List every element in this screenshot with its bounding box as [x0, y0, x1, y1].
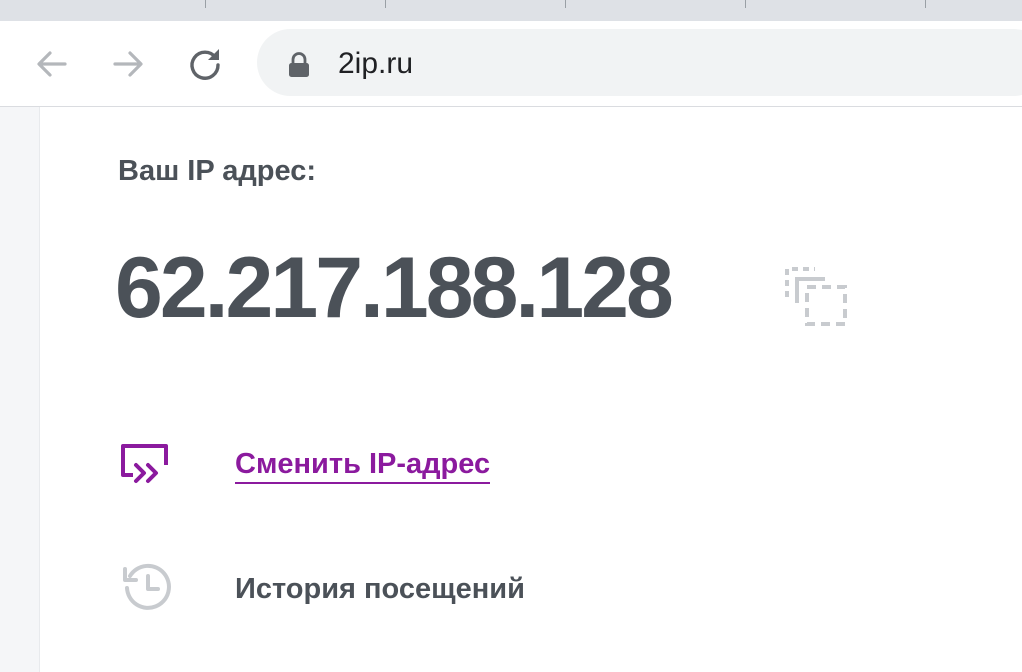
change-ip-icon [119, 443, 171, 492]
ip-label: Ваш IP адрес: [118, 155, 317, 187]
change-ip-link[interactable]: Сменить IP-адрес [235, 446, 491, 484]
copy-icon[interactable] [783, 263, 849, 332]
tab-separator [205, 0, 206, 8]
url-text[interactable]: 2ip.ru [338, 45, 413, 83]
tab-strip [0, 0, 1022, 21]
history-icon [121, 562, 175, 619]
ip-address: 62.217.188.128 [115, 240, 674, 336]
arrow-left-icon [31, 43, 73, 85]
left-sidebar [0, 107, 40, 672]
reload-icon [184, 43, 226, 85]
arrow-right-icon [107, 43, 149, 85]
forward-button[interactable] [107, 43, 149, 85]
tab-separator [565, 0, 566, 8]
main-content [40, 107, 1022, 672]
tab-separator [745, 0, 746, 8]
tab-separator [925, 0, 926, 8]
reload-button[interactable] [184, 43, 226, 85]
lock-icon [287, 52, 311, 83]
tab-separator [385, 0, 386, 8]
back-button[interactable] [31, 43, 73, 85]
history-link[interactable]: История посещений [235, 571, 525, 607]
browser-toolbar [0, 21, 1022, 107]
